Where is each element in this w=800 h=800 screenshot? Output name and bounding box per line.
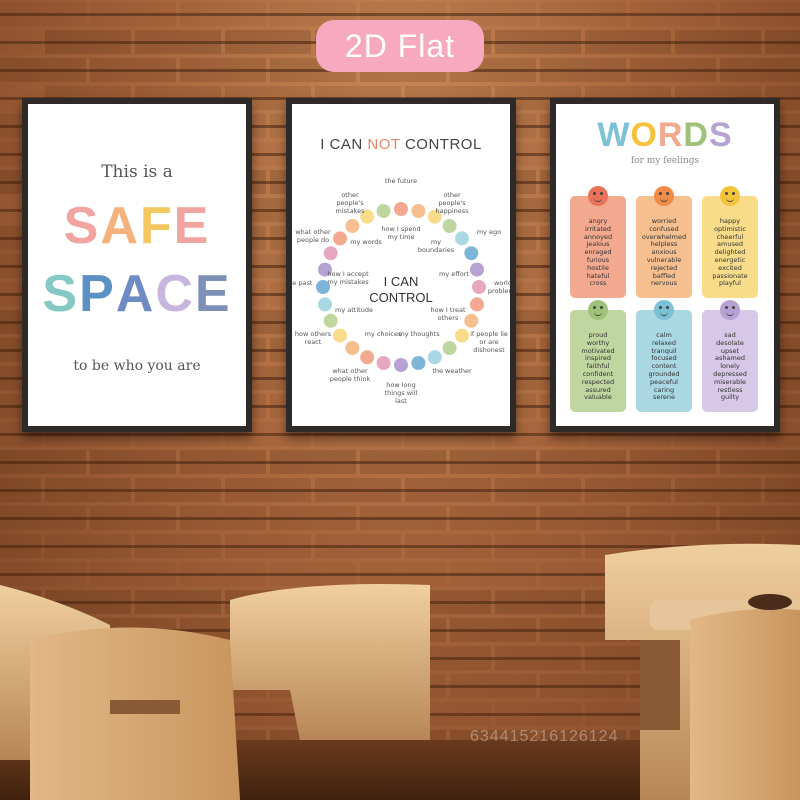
lounge-chairs: [0, 543, 800, 800]
chair-middle: [230, 584, 430, 740]
watermark: 634415216126124: [470, 728, 619, 745]
side-table: [110, 700, 180, 714]
armchair-right: [690, 608, 800, 800]
sofa-table: [640, 640, 680, 730]
plant-pot: [748, 594, 792, 610]
